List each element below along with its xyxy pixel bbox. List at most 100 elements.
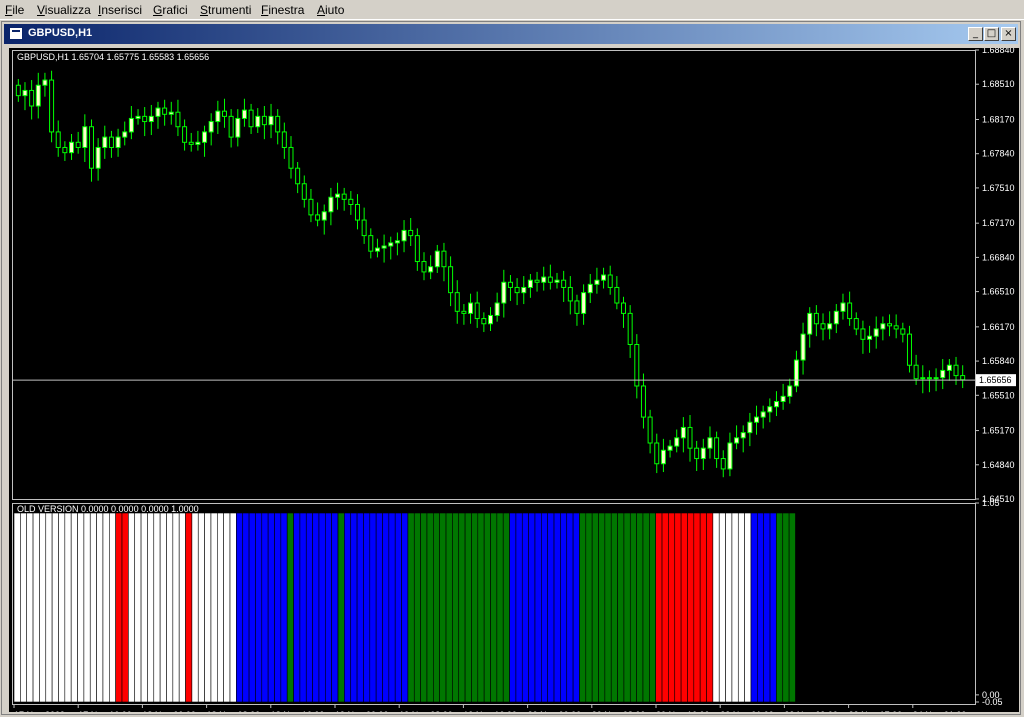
candle-body[interactable] xyxy=(887,323,893,327)
candle-body[interactable] xyxy=(627,312,633,345)
candle-body[interactable] xyxy=(847,302,853,320)
candle-body[interactable] xyxy=(88,126,94,169)
indicator-bar[interactable] xyxy=(147,512,155,703)
candle-body[interactable] xyxy=(720,458,726,470)
indicator-bar[interactable] xyxy=(649,512,656,703)
indicator-bar[interactable] xyxy=(210,512,218,703)
candle-body[interactable] xyxy=(621,302,627,314)
candle-body[interactable] xyxy=(95,146,101,169)
candle-body[interactable] xyxy=(647,416,653,444)
indicator-bar[interactable] xyxy=(439,512,447,703)
candle-body[interactable] xyxy=(700,447,706,460)
candle-body[interactable] xyxy=(361,219,367,237)
candle-body[interactable] xyxy=(441,250,447,268)
candle-body[interactable] xyxy=(680,426,686,439)
candle-body[interactable] xyxy=(940,369,946,379)
indicator-bar[interactable] xyxy=(483,512,491,703)
indicator-bar[interactable] xyxy=(534,512,542,703)
candle-body[interactable] xyxy=(148,115,154,123)
menu-item-file[interactable]: File xyxy=(5,3,24,17)
candle-body[interactable] xyxy=(69,141,75,154)
indicator-bar[interactable] xyxy=(172,512,180,703)
indicator-bar[interactable] xyxy=(248,512,256,703)
indicator-bar[interactable] xyxy=(731,512,739,703)
candle-body[interactable] xyxy=(301,183,307,200)
indicator-bar[interactable] xyxy=(458,512,466,703)
maximize-button[interactable]: □ xyxy=(984,27,999,41)
indicator-bar[interactable] xyxy=(344,512,352,703)
indicator-bar[interactable] xyxy=(39,512,47,703)
indicator-bar[interactable] xyxy=(350,512,358,703)
candle-body[interactable] xyxy=(747,421,753,434)
indicator-bar[interactable] xyxy=(217,512,224,703)
indicator-bar[interactable] xyxy=(598,512,606,703)
indicator-bar[interactable] xyxy=(668,512,676,703)
indicator-bar[interactable] xyxy=(388,512,396,703)
chart-area[interactable]: 1.68840 1.68510 1.68170 1.67840 1.67510 1.671… xyxy=(9,48,1019,712)
indicator-bar[interactable] xyxy=(312,512,320,703)
indicator-bar[interactable] xyxy=(604,512,612,703)
candle-body[interactable] xyxy=(122,131,128,138)
candle-body[interactable] xyxy=(248,109,254,128)
indicator-bar[interactable] xyxy=(185,512,193,703)
candle-body[interactable] xyxy=(953,364,959,377)
candle-body[interactable] xyxy=(281,131,287,148)
indicator-bar[interactable] xyxy=(477,512,485,703)
candle-body[interactable] xyxy=(554,279,560,283)
candle-body[interactable] xyxy=(261,115,267,126)
candle-body[interactable] xyxy=(35,84,41,107)
indicator-bar[interactable] xyxy=(712,512,720,703)
indicator-bar[interactable] xyxy=(502,512,510,703)
candle-body[interactable] xyxy=(102,136,108,148)
candle-body[interactable] xyxy=(49,79,55,133)
indicator-bar[interactable] xyxy=(757,512,764,703)
candle-body[interactable] xyxy=(268,115,274,126)
candle-body[interactable] xyxy=(926,377,932,380)
minimize-button[interactable]: _ xyxy=(968,27,983,41)
candle-body[interactable] xyxy=(235,117,241,138)
candle-body[interactable] xyxy=(188,141,194,145)
candle-body[interactable] xyxy=(168,111,174,115)
candle-body[interactable] xyxy=(414,235,420,263)
candle-body[interactable] xyxy=(421,261,427,273)
candle-body[interactable] xyxy=(833,310,839,325)
candle-body[interactable] xyxy=(860,328,866,340)
chart-canvas[interactable]: 1.68840 1.68510 1.68170 1.67840 1.67510 1.671… xyxy=(9,48,1019,712)
candle-body[interactable] xyxy=(348,198,354,206)
candle-body[interactable] xyxy=(82,126,88,148)
candle-body[interactable] xyxy=(428,266,434,273)
indicator-bar[interactable] xyxy=(267,512,275,703)
indicator-bar[interactable] xyxy=(134,512,142,703)
indicator-bar[interactable] xyxy=(20,512,28,703)
candle-body[interactable] xyxy=(275,115,281,133)
indicator-bar[interactable] xyxy=(318,512,326,703)
candle-body[interactable] xyxy=(321,211,327,221)
indicator-bar[interactable] xyxy=(236,512,244,703)
indicator-bar[interactable] xyxy=(229,512,237,703)
indicator-bar[interactable] xyxy=(579,512,587,703)
candle-body[interactable] xyxy=(29,89,35,107)
indicator-bar[interactable] xyxy=(96,512,104,703)
candle-body[interactable] xyxy=(933,377,939,380)
candle-body[interactable] xyxy=(913,364,919,380)
candle-body[interactable] xyxy=(507,281,513,288)
candle-body[interactable] xyxy=(514,286,520,294)
candle-body[interactable] xyxy=(714,437,720,460)
candle-body[interactable] xyxy=(687,426,693,449)
indicator-bar[interactable] xyxy=(293,512,301,703)
indicator-bar[interactable] xyxy=(121,512,129,703)
indicator-bar[interactable] xyxy=(680,512,688,703)
candle-body[interactable] xyxy=(381,245,387,249)
indicator-bar[interactable] xyxy=(737,512,745,703)
indicator-bar[interactable] xyxy=(261,512,269,703)
indicator-bar[interactable] xyxy=(496,512,504,703)
indicator-bar[interactable] xyxy=(655,512,663,703)
indicator-bar[interactable] xyxy=(585,512,593,703)
candle-body[interactable] xyxy=(820,323,826,330)
candle-body[interactable] xyxy=(368,235,374,252)
indicator-bar[interactable] xyxy=(725,512,733,703)
candle-body[interactable] xyxy=(461,310,467,314)
indicator-bar[interactable] xyxy=(566,512,574,703)
indicator-bar[interactable] xyxy=(617,512,625,703)
candle-body[interactable] xyxy=(221,110,227,117)
